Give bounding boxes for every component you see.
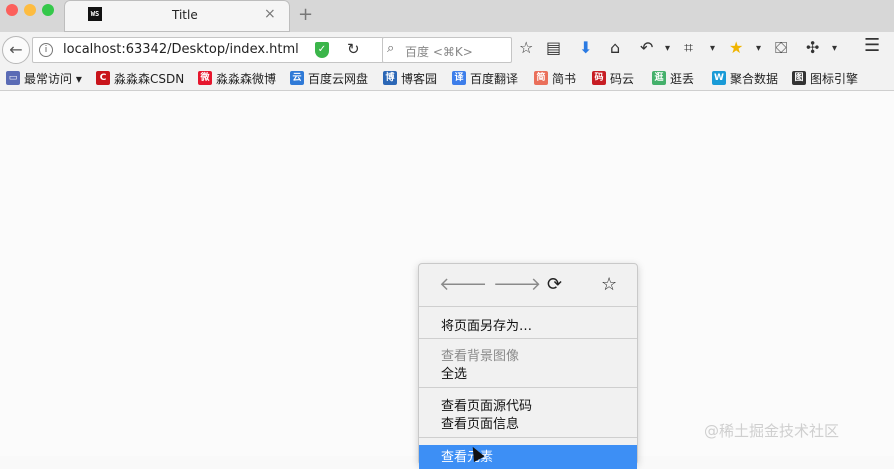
baidu-cloud-icon: 云 xyxy=(290,71,304,85)
crop-icon[interactable]: ⌗ xyxy=(684,38,693,58)
bookmark-guangdiu[interactable]: 逛 逛丢 xyxy=(652,70,694,86)
bookmark-label: 简书 xyxy=(552,71,577,86)
bookmark-label: 图标引擎 xyxy=(810,71,859,86)
bookmark-gitee[interactable]: 码 码云 xyxy=(592,70,634,86)
extension-star-icon[interactable]: ★ xyxy=(729,38,743,57)
title-bar: WS Title × + xyxy=(0,0,894,32)
back-button[interactable]: ← xyxy=(2,36,30,64)
home-icon[interactable]: ⌂ xyxy=(610,38,620,57)
context-back-icon[interactable]: 🡐 xyxy=(439,274,487,295)
bookmark-label: 淼淼森微博 xyxy=(216,71,277,86)
watermark: @稀土掘金技术社区 xyxy=(704,422,840,440)
context-bookmark-icon[interactable]: ☆ xyxy=(601,274,617,295)
bookmark-jianshu[interactable]: 简 简书 xyxy=(534,70,576,86)
minimize-window-button[interactable] xyxy=(24,4,36,16)
bookmark-icon-engine[interactable]: 图 图标引擎 xyxy=(792,70,858,86)
bookmark-label: 聚合数据 xyxy=(730,71,779,86)
menu-separator xyxy=(419,437,637,438)
bookmark-baidu-translate[interactable]: 译 百度翻译 xyxy=(452,70,518,86)
context-forward-icon[interactable]: 🡒 xyxy=(493,274,541,295)
search-placeholder: 百度 <⌘K> xyxy=(405,45,473,59)
bookmark-csdn[interactable]: C 淼淼森CSDN xyxy=(96,70,184,86)
close-window-button[interactable] xyxy=(6,4,18,16)
menu-separator xyxy=(419,338,637,339)
tab-title-label: Title xyxy=(172,8,198,22)
translate-icon: 译 xyxy=(452,71,466,85)
search-icon: ⌕ xyxy=(387,41,395,56)
view-page-info-item[interactable]: 查看页面信息 xyxy=(441,413,519,432)
bookmark-label: 逛丢 xyxy=(670,71,695,86)
url-text[interactable]: localhost:63342/Desktop/index.html xyxy=(63,42,299,57)
context-menu-nav: 🡐 🡒 ⟳ ☆ xyxy=(419,264,637,306)
addon-dropdown-icon[interactable]: ▾ xyxy=(832,43,837,54)
gitee-icon: 码 xyxy=(592,71,606,85)
tab-title[interactable]: WS Title × xyxy=(64,0,290,32)
bookmarks-toolbar: ▭ 最常访问 ▾ C 淼淼森CSDN 微 淼淼森微博 云 百度云网盘 博 博客园… xyxy=(0,66,894,91)
bookmark-label: 百度翻译 xyxy=(470,71,519,86)
sync-icon[interactable]: ⛋ xyxy=(775,38,787,58)
csdn-icon: C xyxy=(96,71,110,85)
bookmark-label: 淼淼森CSDN xyxy=(114,71,185,86)
context-reload-icon[interactable]: ⟳ xyxy=(547,274,562,295)
bookmark-label: 百度云网盘 xyxy=(308,71,369,86)
undo-dropdown-icon[interactable]: ▾ xyxy=(665,43,670,54)
search-input[interactable]: ⌕ 百度 <⌘K> xyxy=(382,37,512,63)
icon-engine-icon: 图 xyxy=(792,71,806,85)
cnblogs-icon: 博 xyxy=(383,71,397,85)
bookmark-most-visited[interactable]: ▭ 最常访问 ▾ xyxy=(6,70,82,86)
folder-icon: ▭ xyxy=(6,71,20,85)
save-page-as-item[interactable]: 将页面另存为… xyxy=(441,315,532,334)
select-all-item[interactable]: 全选 xyxy=(441,363,467,382)
bookmark-cnblogs[interactable]: 博 博客园 xyxy=(383,70,437,86)
shield-icon[interactable]: ✓ xyxy=(315,42,329,58)
juhe-icon: W xyxy=(712,71,726,85)
downloads-icon[interactable]: ⬇ xyxy=(579,38,592,57)
menu-separator xyxy=(419,306,637,307)
context-menu: 🡐 🡒 ⟳ ☆ 将页面另存为… 查看背景图像 全选 查看页面源代码 查看页面信息… xyxy=(418,263,638,469)
bookmark-juhe[interactable]: W 聚合数据 xyxy=(712,70,778,86)
view-background-image-item[interactable]: 查看背景图像 xyxy=(441,345,519,364)
bookmark-label: 最常访问 ▾ xyxy=(24,71,82,86)
navigation-toolbar: ← i localhost:63342/Desktop/index.html ✓… xyxy=(0,32,894,67)
webstorm-favicon-icon: WS xyxy=(88,7,102,21)
crop-dropdown-icon[interactable]: ▾ xyxy=(710,43,715,54)
url-bar[interactable]: i localhost:63342/Desktop/index.html ✓ ↻ xyxy=(32,37,384,63)
close-tab-icon[interactable]: × xyxy=(264,6,276,22)
view-page-source-item[interactable]: 查看页面源代码 xyxy=(441,395,532,414)
addon-icon[interactable]: ✣ xyxy=(806,38,819,57)
guangdiu-icon: 逛 xyxy=(652,71,666,85)
menu-icon[interactable]: ☰ xyxy=(864,35,880,56)
weibo-icon: 微 xyxy=(198,71,212,85)
reload-icon[interactable]: ↻ xyxy=(347,40,360,58)
bookmark-weibo[interactable]: 微 淼淼森微博 xyxy=(198,70,276,86)
bookmark-label: 博客园 xyxy=(401,71,438,86)
bookmark-star-icon[interactable]: ☆ xyxy=(519,38,533,57)
menu-separator xyxy=(419,387,637,388)
bookmark-label: 码云 xyxy=(610,71,635,86)
extension-dropdown-icon[interactable]: ▾ xyxy=(756,43,761,54)
undo-icon[interactable]: ↶ xyxy=(640,38,653,57)
bookmark-baidu-pan[interactable]: 云 百度云网盘 xyxy=(290,70,368,86)
page-info-icon[interactable]: i xyxy=(39,43,53,57)
maximize-window-button[interactable] xyxy=(42,4,54,16)
inspect-element-item[interactable]: 查看元素 xyxy=(419,445,637,469)
reading-list-icon[interactable]: ▤ xyxy=(546,38,561,57)
jianshu-icon: 简 xyxy=(534,71,548,85)
new-tab-button[interactable]: + xyxy=(298,4,313,25)
